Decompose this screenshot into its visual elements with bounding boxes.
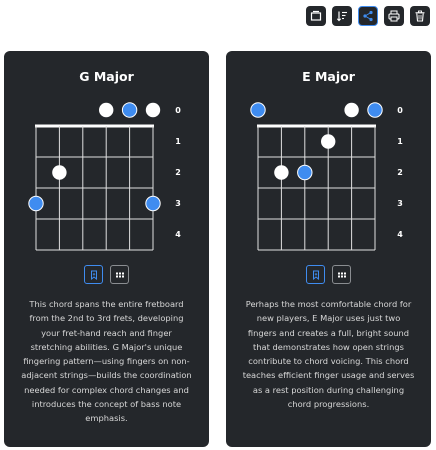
fret-label: 1 xyxy=(175,137,181,146)
grid-view-button[interactable] xyxy=(110,265,129,284)
delete-button[interactable] xyxy=(410,6,430,26)
chord-description: This chord spans the entire fretboard fr… xyxy=(21,299,192,424)
grid-view-button[interactable] xyxy=(332,265,351,284)
bookmark-icon xyxy=(90,270,97,280)
share-icon xyxy=(363,10,373,22)
chord-diagram: 0 1 2 3 4 xyxy=(250,102,403,251)
finger-dot[interactable] xyxy=(28,195,44,212)
toolbar xyxy=(306,6,430,26)
finger-dot[interactable] xyxy=(121,102,138,118)
finger-dot[interactable] xyxy=(145,102,161,118)
card-actions xyxy=(226,265,431,284)
chord-card-e-major: E Major 0 1 2 3 4 Perhaps the most comfortab… xyxy=(226,51,431,447)
fret-label: 0 xyxy=(397,106,403,115)
fret-label: 3 xyxy=(175,199,181,208)
sort-button[interactable] xyxy=(332,6,352,26)
fret-label: 2 xyxy=(397,168,403,177)
chord-title: E Major xyxy=(302,69,355,84)
fret-label: 4 xyxy=(397,230,403,239)
finger-dot[interactable] xyxy=(367,102,383,118)
fret-label: 4 xyxy=(175,230,181,239)
fret-label: 2 xyxy=(175,168,181,177)
finger-dot[interactable] xyxy=(321,134,336,149)
chord-description: Perhaps the most comfortable chord for n… xyxy=(242,299,415,410)
finger-dot[interactable] xyxy=(99,102,114,118)
bookmark-button[interactable] xyxy=(306,265,325,284)
bookmark-icon xyxy=(312,270,319,280)
finger-dot[interactable] xyxy=(250,102,266,118)
chord-title: G Major xyxy=(79,69,134,84)
print-icon xyxy=(388,10,400,22)
finger-dot[interactable] xyxy=(297,164,313,181)
bookmark-button[interactable] xyxy=(84,265,103,284)
grid-icon xyxy=(337,272,346,277)
window-icon xyxy=(310,10,322,21)
finger-dot[interactable] xyxy=(344,102,359,118)
finger-dot[interactable] xyxy=(52,165,67,180)
chord-card-g-major: G Major 0 1 2 3 4 This chord spans the entir… xyxy=(4,51,209,447)
trash-icon xyxy=(415,10,425,22)
finger-dot[interactable] xyxy=(274,165,289,180)
card-actions xyxy=(4,265,209,284)
fret-label: 0 xyxy=(175,106,181,115)
window-button[interactable] xyxy=(306,6,326,26)
share-button[interactable] xyxy=(358,6,378,26)
chord-diagram: 0 1 2 3 4 xyxy=(28,102,181,251)
print-button[interactable] xyxy=(384,6,404,26)
fret-label: 3 xyxy=(397,199,403,208)
fret-label: 1 xyxy=(397,137,403,146)
sort-icon xyxy=(336,11,347,22)
grid-icon xyxy=(115,272,124,277)
finger-dot[interactable] xyxy=(145,195,161,212)
